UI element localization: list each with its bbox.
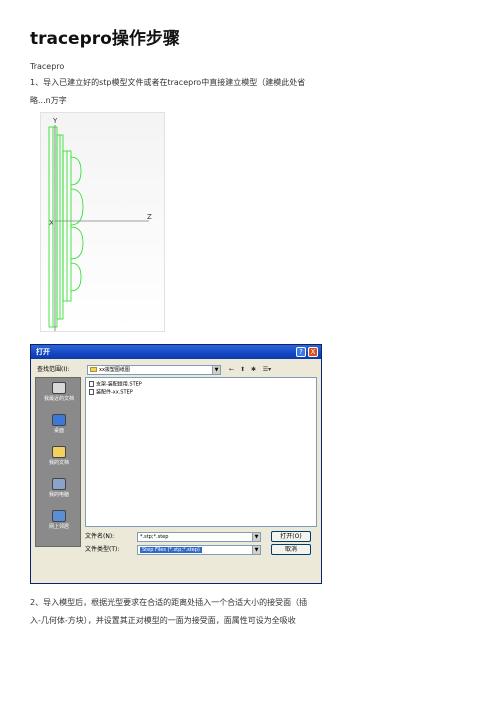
filetype-value: Step Files (*.stp;*.step) [140, 547, 202, 553]
help-icon[interactable]: ? [296, 347, 306, 357]
filetype-dropdown[interactable]: Step Files (*.stp;*.step) ▼ [137, 545, 261, 555]
lookin-dropdown[interactable]: xx拔塑图纸图 ▼ [87, 365, 221, 375]
file-name: 支架-装配提用.STEP [96, 381, 142, 388]
view-menu-icon[interactable]: ☰▾ [260, 365, 274, 374]
file-list[interactable]: 支架-装配提用.STEP 装配件-xx.STEP [85, 377, 317, 527]
place-my-documents[interactable]: 我的文档 [36, 446, 82, 466]
place-label: 我的电脑 [48, 492, 69, 498]
cad-axes [54, 125, 149, 331]
step2-line2: 入-几何体-方块），并设置其正对模型的一面为接受面，面属性可设为全吸收 [30, 616, 296, 625]
place-desktop[interactable]: 桌面 [36, 414, 82, 434]
up-folder-icon[interactable]: ⬆ [238, 365, 247, 374]
folder-icon [90, 367, 97, 372]
step-file-icon [89, 389, 94, 395]
back-icon[interactable]: ← [227, 365, 236, 374]
place-label: 网上邻居 [48, 524, 69, 530]
desktop-icon [52, 414, 66, 426]
dialog-title: 打开 [36, 348, 50, 356]
lookin-label: 查找范围(I): [37, 366, 70, 373]
recent-documents-icon [52, 382, 66, 394]
places-bar: 我最近的文档 桌面 我的文档 我的电脑 网上邻居 [35, 377, 81, 547]
step1-line1: 1、导入已建立好的stp模型文件或者在tracepro中直接建立模型（建模此处省 [30, 78, 306, 87]
new-folder-icon[interactable]: ✱ [249, 365, 258, 374]
dialog-title-bar: 打开 [31, 345, 321, 359]
list-item[interactable]: 装配件-xx.STEP [89, 389, 133, 397]
list-item[interactable]: 支架-装配提用.STEP [89, 381, 142, 389]
place-label: 我的文档 [48, 460, 69, 466]
network-places-icon [52, 510, 66, 522]
close-icon[interactable]: X [308, 347, 318, 357]
axis-z-label: Z [147, 213, 152, 221]
cad-model-drawing: Y X Z [48, 117, 152, 331]
my-documents-icon [52, 446, 66, 458]
chevron-down-icon[interactable]: ▼ [252, 546, 260, 554]
cad-model-figure: Y X Z [40, 112, 165, 332]
axis-y-label: Y [52, 117, 58, 125]
chevron-down-icon[interactable]: ▼ [212, 366, 220, 374]
cad-model-outline [48, 126, 84, 328]
place-label: 我最近的文档 [43, 396, 74, 402]
place-my-computer[interactable]: 我的电脑 [36, 478, 82, 498]
filename-label: 文件名(N): [85, 533, 115, 540]
filetype-label: 文件类型(T): [85, 546, 120, 553]
step1-line2: 略...n万字 [30, 96, 67, 105]
place-network[interactable]: 网上邻居 [36, 510, 82, 530]
file-name: 装配件-xx.STEP [96, 389, 133, 396]
open-file-dialog: 打开 ? X 查找范围(I): xx拔塑图纸图 ▼ ← ⬆ ✱ ☰▾ 我最近的文… [30, 344, 322, 584]
my-computer-icon [52, 478, 66, 490]
place-recent[interactable]: 我最近的文档 [36, 382, 82, 402]
paragraph-tracepro: Tracepro [30, 62, 65, 71]
filename-field[interactable]: *.stp;*.step ▼ [137, 532, 261, 542]
filename-value: *.stp;*.step [140, 534, 169, 540]
place-label: 桌面 [53, 428, 64, 434]
step2-line1: 2、导入模型后，根据光型要求在合适的距离处插入一个合适大小的接受面（插 [30, 598, 308, 607]
step-file-icon [89, 381, 94, 387]
lookin-value: xx拔塑图纸图 [99, 367, 130, 373]
chevron-down-icon[interactable]: ▼ [252, 533, 260, 541]
open-button[interactable]: 打开(O) [271, 531, 311, 542]
cancel-button[interactable]: 取消 [271, 544, 311, 555]
document-title: tracepro操作步骤 [30, 29, 180, 49]
